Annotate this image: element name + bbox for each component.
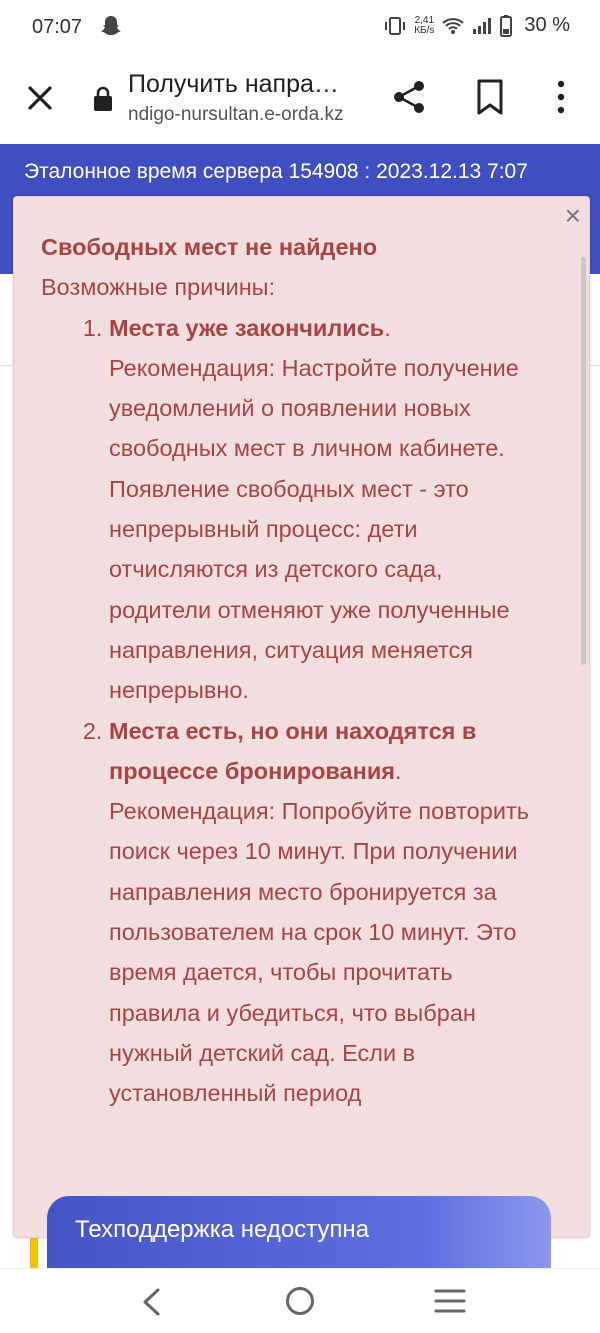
reason-text: Рекомендация: Попробуйте повторить поиск…	[109, 798, 529, 1107]
close-icon[interactable]	[22, 80, 58, 116]
reason-item: Места есть, но они находятся в процессе …	[109, 711, 541, 1114]
no-places-alert: × Свободных мест не найдено Возможные пр…	[13, 196, 590, 1238]
battery-icon	[500, 14, 513, 37]
network-speed: 2,41 КБ/s	[414, 14, 435, 36]
reasons-list: Места уже закончились. Рекомендация: Нас…	[41, 308, 541, 1114]
reason-title: Места есть, но они находятся в процессе …	[109, 717, 477, 784]
support-status-label: Техподдержка недоступна	[75, 1216, 370, 1243]
alert-body: Свободных мест не найдено Возможные прич…	[41, 227, 541, 1114]
server-time-text: Эталонное время сервера 154908 : 2023.12…	[24, 160, 528, 183]
signal-icon	[473, 17, 492, 34]
reason-item: Места уже закончились. Рекомендация: Нас…	[109, 308, 541, 711]
network-speed-value: 2,41	[414, 14, 435, 26]
status-time: 07:07	[32, 16, 83, 38]
network-speed-unit: КБ/s	[414, 24, 435, 36]
alert-heading: Свободных мест не найдено	[41, 234, 378, 260]
reason-text: Рекомендация: Настройте получение уведом…	[109, 354, 519, 704]
lock-icon	[94, 86, 112, 111]
more-menu-icon[interactable]	[548, 78, 574, 116]
vibrate-icon	[385, 16, 406, 35]
browser-toolbar: Получить напра… ndigo-nursultan.e-orda.k…	[0, 56, 600, 145]
alert-subheading: Возможные причины:	[41, 274, 276, 301]
alert-scrollbar[interactable]	[581, 257, 586, 665]
recent-apps-icon[interactable]	[434, 1287, 466, 1315]
system-nav-bar	[0, 1268, 600, 1333]
reason-title: Места уже закончились	[109, 314, 385, 341]
back-icon[interactable]	[138, 1287, 164, 1317]
page-title[interactable]: Получить напра…	[128, 70, 339, 99]
status-bar: 07:07 2,41 КБ/s 30 %	[0, 0, 600, 56]
snapchat-ghost-icon	[101, 16, 121, 35]
support-chat-widget[interactable]: Техподдержка недоступна	[47, 1196, 551, 1276]
bookmark-icon[interactable]	[474, 78, 506, 116]
page-url[interactable]: ndigo-nursultan.e-orda.kz	[128, 104, 343, 126]
status-right-group: 2,41 КБ/s 30 %	[384, 14, 570, 37]
battery-percent: 30 %	[524, 14, 570, 36]
wifi-icon	[442, 17, 465, 34]
home-icon[interactable]	[284, 1285, 316, 1317]
alert-close-button[interactable]: ×	[565, 201, 581, 231]
share-icon[interactable]	[390, 78, 428, 116]
